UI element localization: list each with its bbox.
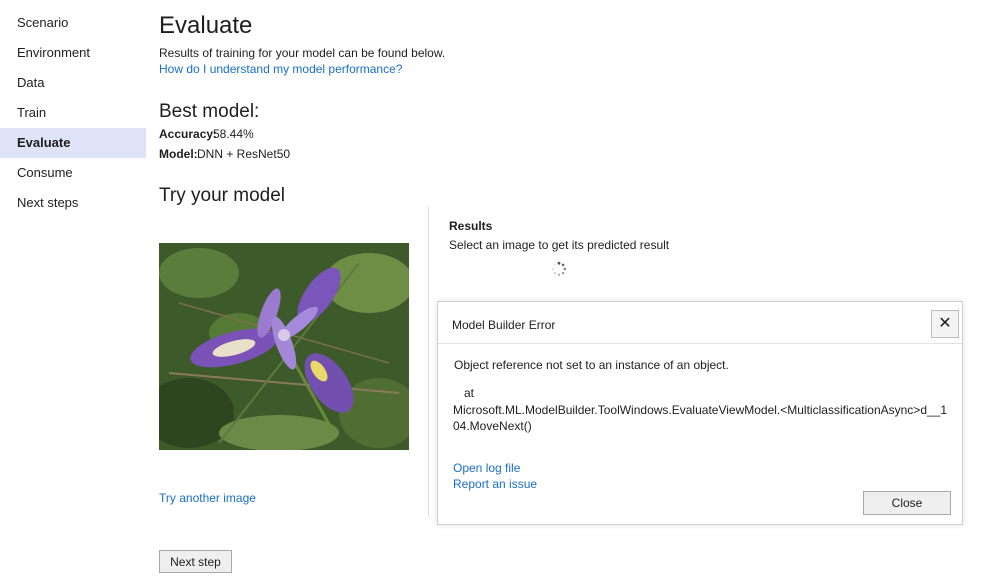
sidebar-item-train[interactable]: Train	[0, 98, 146, 128]
error-at-label: at	[464, 386, 475, 400]
sample-flower-image	[159, 243, 409, 450]
error-stack-trace: Microsoft.ML.ModelBuilder.ToolWindows.Ev…	[453, 403, 948, 433]
close-icon[interactable]: ✕	[931, 310, 959, 338]
try-another-image-link[interactable]: Try another image	[159, 491, 256, 505]
model-value: DNN + ResNet50	[197, 147, 291, 161]
loading-spinner-icon	[551, 261, 567, 277]
close-button[interactable]: Close	[863, 491, 951, 515]
sidebar-item-next-steps[interactable]: Next steps	[0, 188, 146, 218]
page-title: Evaluate	[159, 12, 253, 39]
sidebar-item-environment[interactable]: Environment	[0, 38, 146, 68]
accuracy-value: 58.44%	[213, 127, 254, 141]
report-issue-link[interactable]: Report an issue	[453, 477, 537, 491]
page-subtitle: Results of training for your model can b…	[159, 46, 446, 60]
vertical-divider	[428, 207, 429, 516]
accuracy-label: Accuracy:	[159, 127, 218, 141]
sidebar-item-data[interactable]: Data	[0, 68, 146, 98]
accuracy-row: Accuracy:58.44%	[159, 127, 254, 141]
sidebar-nav: Scenario Environment Data Train Evaluate…	[0, 8, 146, 218]
results-title: Results	[449, 219, 493, 233]
sidebar-item-consume[interactable]: Consume	[0, 158, 146, 188]
dialog-title: Model Builder Error	[452, 318, 556, 332]
open-log-file-link[interactable]: Open log file	[453, 461, 520, 475]
best-model-heading: Best model:	[159, 101, 260, 122]
dialog-header: Model Builder Error ✕	[438, 302, 962, 344]
help-link[interactable]: How do I understand my model performance…	[159, 62, 402, 76]
results-description: Select an image to get its predicted res…	[449, 238, 670, 252]
next-step-button[interactable]: Next step	[159, 550, 232, 573]
model-label: Model:	[159, 147, 198, 161]
sidebar-item-scenario[interactable]: Scenario	[0, 8, 146, 38]
try-model-heading: Try your model	[159, 185, 285, 206]
error-message: Object reference not set to an instance …	[454, 358, 729, 372]
model-builder-error-dialog: Model Builder Error ✕ Object reference n…	[437, 301, 963, 525]
model-row: Model:DNN + ResNet50	[159, 147, 290, 161]
sidebar-item-evaluate[interactable]: Evaluate	[0, 128, 146, 158]
